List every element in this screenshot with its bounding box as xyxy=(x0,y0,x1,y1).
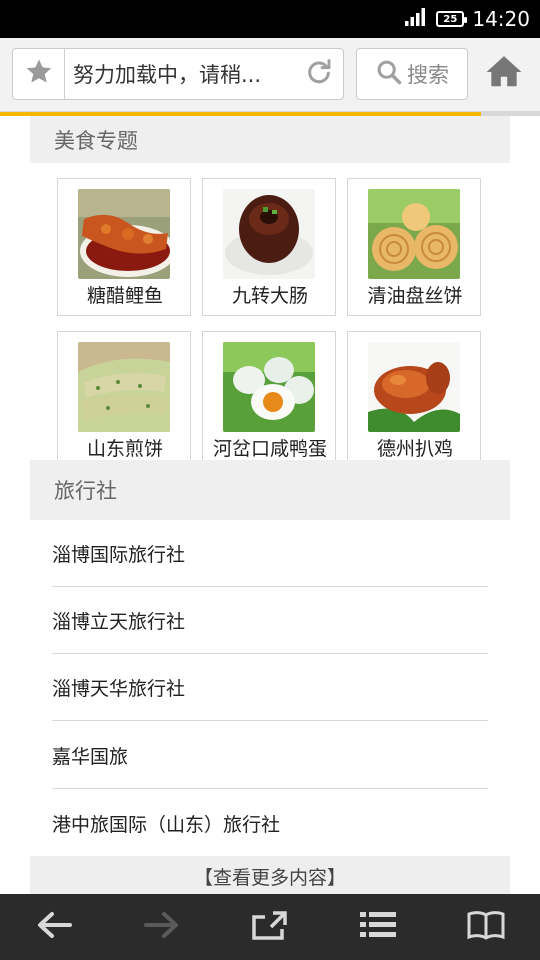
food-label: 河岔口咸鸭蛋 xyxy=(212,438,327,460)
agency-list-item[interactable]: 淄博国际旅行社 xyxy=(52,520,488,587)
share-button[interactable] xyxy=(216,894,324,960)
back-button[interactable] xyxy=(0,894,108,960)
food-card-sweet-sour-carp[interactable]: 糖醋鲤鱼 xyxy=(57,178,191,316)
food-card-shandong-pancake[interactable]: 山东煎饼 xyxy=(57,331,191,469)
food-label: 德州扒鸡 xyxy=(376,438,453,460)
browser-toolbar: 努力加载中，请稍... 搜索 xyxy=(0,38,540,112)
battery-icon: 25 xyxy=(436,11,468,27)
view-more-button[interactable]: 【查看更多内容】 xyxy=(30,856,510,896)
search-label: 搜索 xyxy=(407,63,449,87)
share-icon xyxy=(251,909,289,945)
food-label: 九转大肠 xyxy=(231,285,308,307)
forward-button[interactable] xyxy=(108,894,216,960)
bookmarks-button[interactable] xyxy=(432,894,540,960)
food-card-braised-intestines[interactable]: 九转大肠 xyxy=(202,178,336,316)
oil-spiral-pancake-image xyxy=(368,189,460,279)
agency-list-item[interactable]: 淄博天华旅行社 xyxy=(52,654,488,721)
food-label: 清油盘丝饼 xyxy=(367,285,463,307)
clock: 14:20 xyxy=(472,7,530,31)
bookmarks-book-icon xyxy=(467,909,505,945)
food-card-salted-duck-egg[interactable]: 河岔口咸鸭蛋 xyxy=(202,331,336,469)
dezhou-chicken-image xyxy=(368,342,460,432)
food-label: 糖醋鲤鱼 xyxy=(86,285,163,307)
home-button[interactable] xyxy=(478,48,530,100)
agency-name: 淄博天华旅行社 xyxy=(52,677,186,700)
bottom-nav-bar xyxy=(0,894,540,960)
bookmark-star-button[interactable] xyxy=(13,49,65,99)
food-card-dezhou-chicken[interactable]: 德州扒鸡 xyxy=(347,331,481,469)
view-more-label: 【查看更多内容】 xyxy=(193,866,346,889)
agency-name: 淄博立天旅行社 xyxy=(52,610,186,633)
battery-level: 25 xyxy=(443,13,458,25)
reload-button[interactable] xyxy=(295,49,343,99)
shandong-pancake-image xyxy=(78,342,170,432)
status-bar: 25 14:20 xyxy=(0,0,540,38)
menu-button[interactable] xyxy=(324,894,432,960)
food-label: 山东煎饼 xyxy=(86,438,163,460)
search-button[interactable]: 搜索 xyxy=(356,48,468,100)
forward-arrow-icon xyxy=(144,909,180,945)
star-icon xyxy=(24,57,54,91)
agency-name: 港中旅国际（山东）旅行社 xyxy=(52,814,281,836)
food-section-header: 美食专题 xyxy=(30,116,510,163)
menu-list-icon xyxy=(360,910,396,944)
food-section-title: 美食专题 xyxy=(54,128,138,153)
back-arrow-icon xyxy=(36,909,72,945)
sweet-sour-carp-image xyxy=(78,189,170,279)
agency-list-item[interactable]: 港中旅国际（山东）旅行社 xyxy=(52,790,488,857)
salted-duck-egg-image xyxy=(223,342,315,432)
food-card-oil-spiral-pancake[interactable]: 清油盘丝饼 xyxy=(347,178,481,316)
braised-intestines-image xyxy=(223,189,315,279)
search-icon xyxy=(375,58,403,91)
agency-list-item[interactable]: 淄博立天旅行社 xyxy=(52,587,488,654)
agency-section-header: 旅行社 xyxy=(30,460,510,520)
url-text[interactable]: 努力加载中，请稍... xyxy=(65,59,295,89)
address-bar[interactable]: 努力加载中，请稍... xyxy=(12,48,344,100)
agency-list-item[interactable]: 嘉华国旅 xyxy=(52,722,488,789)
home-icon xyxy=(484,53,524,95)
reload-icon xyxy=(304,57,334,91)
agency-name: 淄博国际旅行社 xyxy=(52,543,186,566)
signal-icon xyxy=(404,7,428,31)
agency-section-title: 旅行社 xyxy=(54,479,117,503)
agency-name: 嘉华国旅 xyxy=(52,745,129,768)
